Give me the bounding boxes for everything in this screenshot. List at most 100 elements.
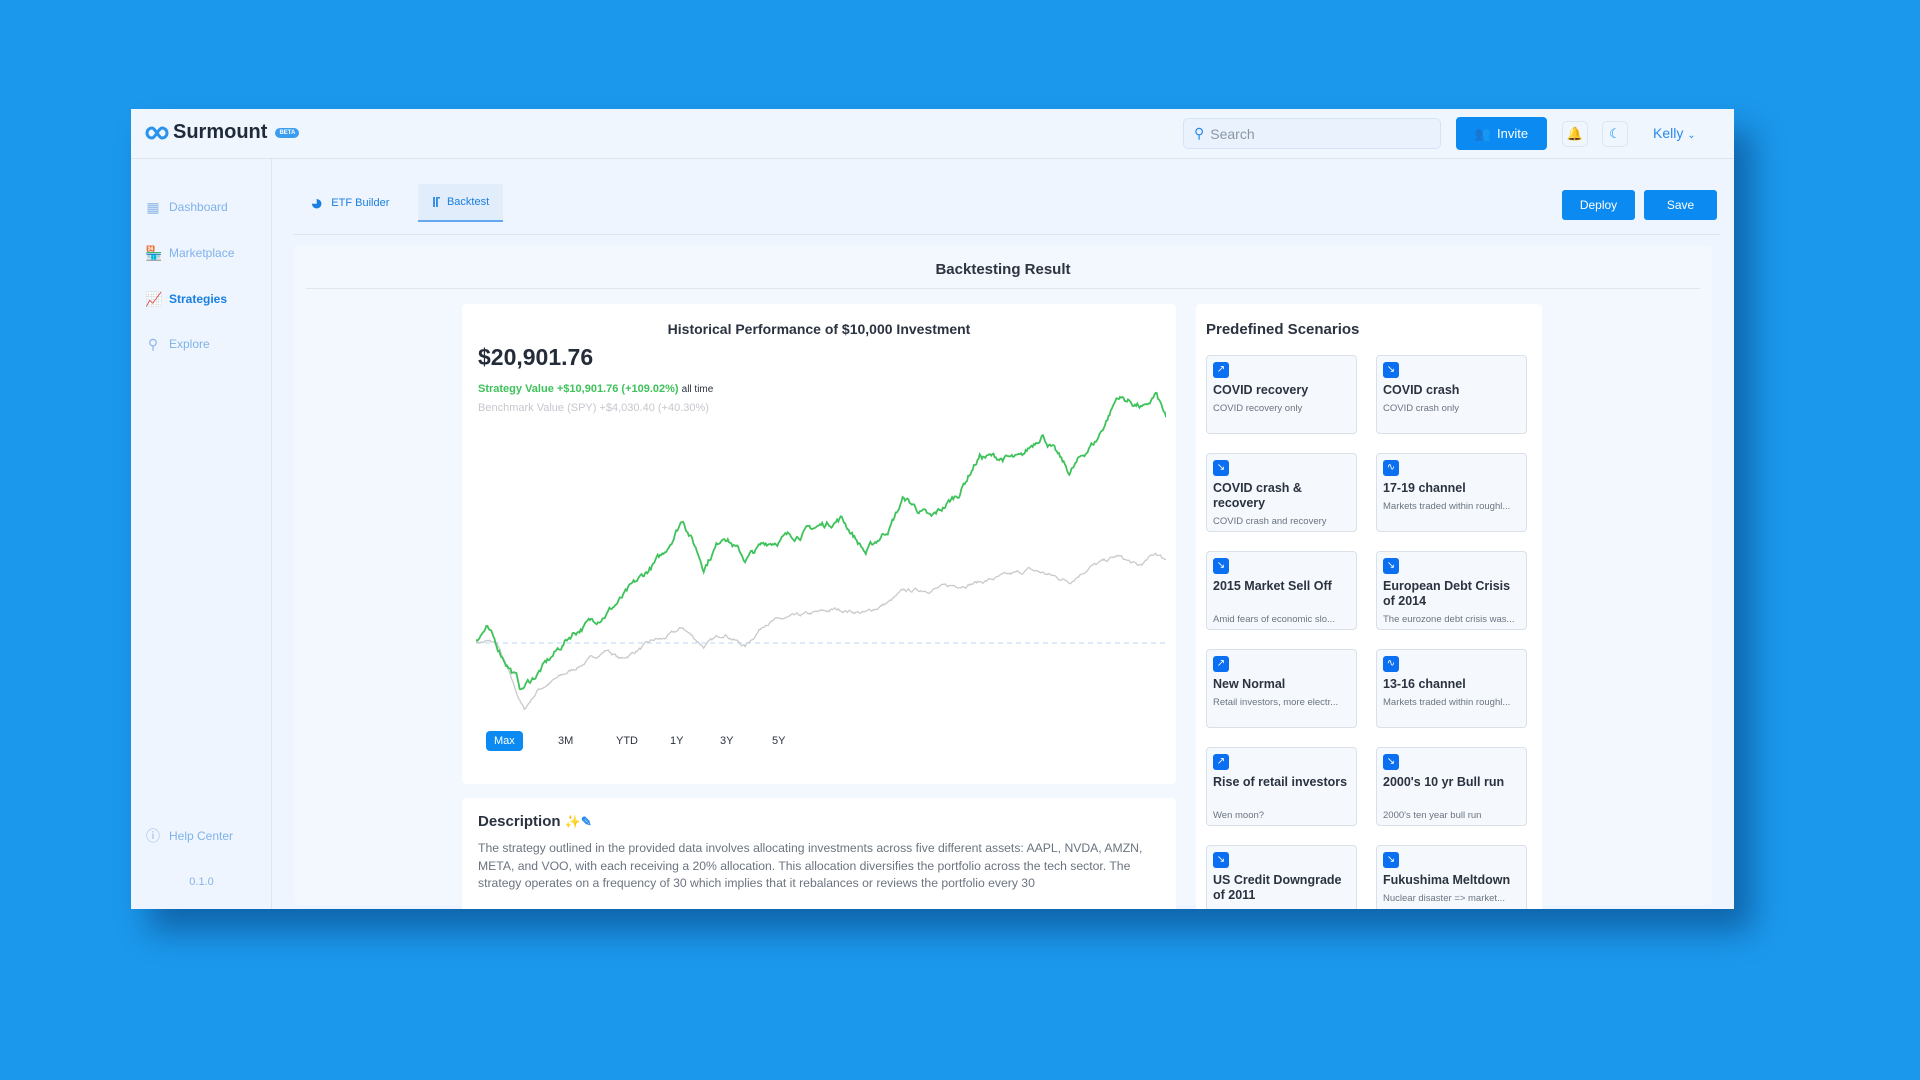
trend-up-icon: ↗ [1213,656,1229,672]
scenario-card[interactable]: ↗ Rise of retail investors Wen moon? [1206,747,1357,826]
scenario-description: COVID crash and recovery [1213,516,1327,527]
divider [306,288,1700,289]
scenario-card[interactable]: ∿ 13-16 channel Markets traded within roug… [1376,649,1527,728]
sidebar-item-label: Strategies [169,292,228,306]
trend-down-icon: ↘ [1383,558,1399,574]
save-button[interactable]: Save [1644,190,1717,220]
sidebar-item-marketplace[interactable]: 🏪 Marketplace [145,245,234,261]
trend-down-icon: ↘ [1213,852,1229,868]
performance-card: Historical Performance of $10,000 Invest… [462,304,1176,784]
sidebar-item-explore[interactable]: ⚲ Explore [145,336,210,352]
scenario-card[interactable]: ↘ COVID crash & recovery COVID crash and r… [1206,453,1357,532]
trend-up-icon: ↗ [1213,754,1229,770]
scenario-card[interactable]: ↘ European Debt Crisis of 2014 The eurozon… [1376,551,1527,630]
tab-label: ETF Builder [331,197,390,209]
scenario-card[interactable]: ∿ 17-19 channel Markets traded within roug… [1376,453,1527,532]
version-label: 0.1.0 [189,876,214,888]
scenario-description: Wen moon? [1213,810,1265,821]
scenario-card[interactable]: ↘ COVID crash COVID crash only [1376,355,1527,434]
scenario-name: 2015 Market Sell Off [1213,579,1332,593]
trend-down-icon: ↘ [1213,558,1229,574]
scenarios-card: Predefined Scenarios ↗ COVID recovery COVI… [1196,304,1542,909]
user-name: Kelly [1653,125,1684,141]
sidebar-item-strategies[interactable]: 📈 Strategies [145,291,227,307]
edit-sparkle-icon[interactable]: ✨✎ [565,814,592,829]
current-value: $20,901.76 [478,344,594,370]
logo[interactable]: Surmount BETA [145,121,300,144]
trend-down-icon: ↘ [1383,754,1399,770]
trend-down-icon: ↘ [1213,460,1229,476]
scenario-description: Amid fears of economic slo... [1213,614,1335,625]
range-3y[interactable]: 3Y [712,731,741,751]
scenario-name: Rise of retail investors [1213,775,1348,789]
invite-button[interactable]: 👥 Invite [1456,117,1547,150]
scenario-card[interactable]: ↘ Fukushima Meltdown Nuclear disaster => m… [1376,845,1527,909]
scenario-description: Markets traded within roughl... [1383,501,1511,512]
trend-channel-icon: ∿ [1383,460,1399,476]
scenario-name: 13-16 channel [1383,677,1466,691]
scenario-card[interactable]: ↗ COVID recovery COVID recovery only [1206,355,1357,434]
scenario-name: US Credit Downgrade of 2011 [1213,873,1342,902]
tab-etf-builder[interactable]: ◕ ETF Builder [296,184,403,222]
info-icon: ⓘ [146,828,160,844]
scenario-name: 17-19 channel [1383,481,1466,495]
search-icon: ⚲ [147,336,159,352]
scenario-name: COVID crash [1383,383,1460,397]
scenario-description: The eurozone debt crisis was... [1383,614,1515,625]
search-input[interactable]: ⚲ Search [1183,118,1441,149]
range-1y[interactable]: 1Y [662,731,691,751]
user-menu[interactable]: Kelly ⌄ [1653,125,1696,141]
trend-down-icon: ↘ [1383,852,1399,868]
beta-badge: BETA [275,127,300,138]
scenarios-title: Predefined Scenarios [1206,321,1360,338]
scenario-name: 2000's 10 yr Bull run [1383,775,1505,789]
scenario-description: Retail investors, more electr... [1213,697,1339,708]
sidebar-item-label: Explore [169,337,210,351]
moon-icon: ☾ [1609,126,1621,141]
sidebar-item-dashboard[interactable]: ▦ Dashboard [145,199,228,215]
notifications-button[interactable]: 🔔 [1562,121,1588,147]
sidebar-item-label: Dashboard [169,200,228,214]
panel-title: Backtesting Result [935,261,1071,278]
scenario-card[interactable]: ↗ New Normal Retail investors, more electr… [1206,649,1357,728]
strategy-line [476,391,1166,691]
range-5y[interactable]: 5Y [764,731,793,751]
scenario-description: 2000's ten year bull run [1383,810,1482,821]
trend-channel-icon: ∿ [1383,656,1399,672]
scenario-card[interactable]: ↘ 2015 Market Sell Off Amid fears of econo… [1206,551,1357,630]
description-card: Description ✨✎ The strategy outlined in … [462,798,1176,909]
scenario-card[interactable]: ↘ US Credit Downgrade of 2011 [1206,845,1357,909]
backtest-panel: Backtesting Result Historical Performanc… [294,245,1712,909]
range-max[interactable]: Max [486,731,523,751]
scenario-name: COVID crash & recovery [1213,481,1302,510]
scenario-card[interactable]: ↘ 2000's 10 yr Bull run 2000's ten year bu… [1376,747,1527,826]
store-icon: 🏪 [145,245,163,261]
description-title: Description ✨✎ [478,813,592,830]
help-center-link[interactable]: ⓘ Help Center [145,828,233,844]
tab-label: Backtest [446,196,490,208]
theme-toggle-button[interactable]: ☾ [1602,121,1628,147]
app-window: Surmount BETA ⚲ Search 👥 Invite 🔔 ☾ Kell… [131,109,1734,909]
help-center-label: Help Center [169,829,234,843]
tab-backtest[interactable]: ‖̇ Backtest [418,184,504,222]
divider [293,234,1720,235]
scenario-name: New Normal [1213,677,1286,691]
logo-icon [145,125,169,140]
description-text: The strategy outlined in the provided da… [478,841,1143,890]
bell-icon: 🔔 [1566,126,1584,141]
deploy-button[interactable]: Deploy [1562,190,1635,220]
scenario-description: Nuclear disaster => market... [1383,893,1505,904]
search-placeholder: Search [1210,125,1255,142]
trend-up-icon: ↗ [1213,362,1229,378]
chart-icon: 📈 [145,291,163,307]
sidebar: ▦ Dashboard 🏪 Marketplace 📈 Strategies ⚲ Exp… [131,159,272,909]
scenario-description: COVID crash only [1383,403,1460,414]
invite-label: Invite [1497,126,1529,141]
dashboard-icon: ▦ [146,199,160,215]
invite-users-icon: 👥 [1474,125,1492,141]
range-ytd[interactable]: YTD [608,731,646,751]
range-3m[interactable]: 3M [550,731,581,751]
description-title-text: Description [478,813,561,830]
bar-chart-icon: ‖̇ [432,194,439,210]
performance-chart [476,391,1166,710]
